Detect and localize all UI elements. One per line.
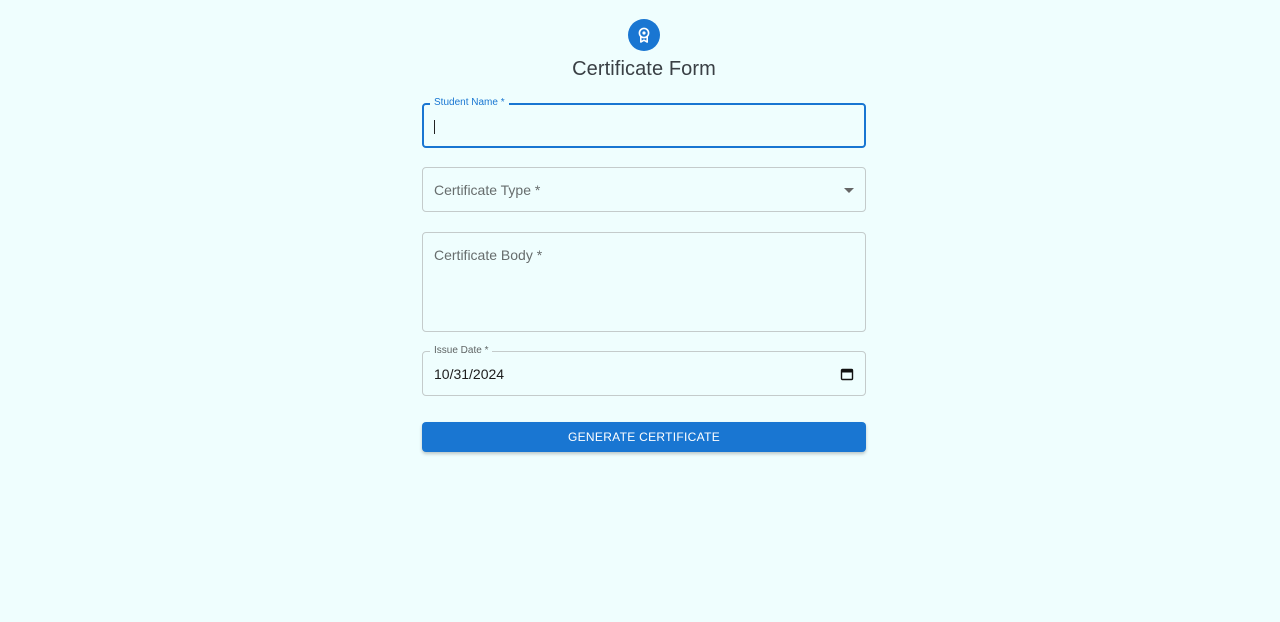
generate-certificate-button[interactable]: GENERATE CERTIFICATE [422,422,866,452]
issue-date-label: Issue Date * [430,345,493,357]
student-name-label: Student Name * [430,97,509,109]
issue-date-field[interactable]: Issue Date * 10/31/2024 [422,345,866,396]
certificate-type-label: Certificate Type * [434,182,541,198]
calendar-icon[interactable] [840,367,854,381]
issue-date-value[interactable]: 10/31/2024 [434,366,504,382]
certificate-body-field[interactable]: Certificate Body * [422,232,866,332]
text-caret [434,120,435,134]
student-name-field[interactable]: Student Name * [422,97,866,148]
page-title: Certificate Form [572,58,716,80]
certificate-type-select[interactable]: Certificate Type * [422,167,866,212]
award-icon [638,27,650,43]
certificate-body-label: Certificate Body * [434,247,543,263]
avatar [628,19,660,51]
chevron-down-icon [844,188,854,193]
